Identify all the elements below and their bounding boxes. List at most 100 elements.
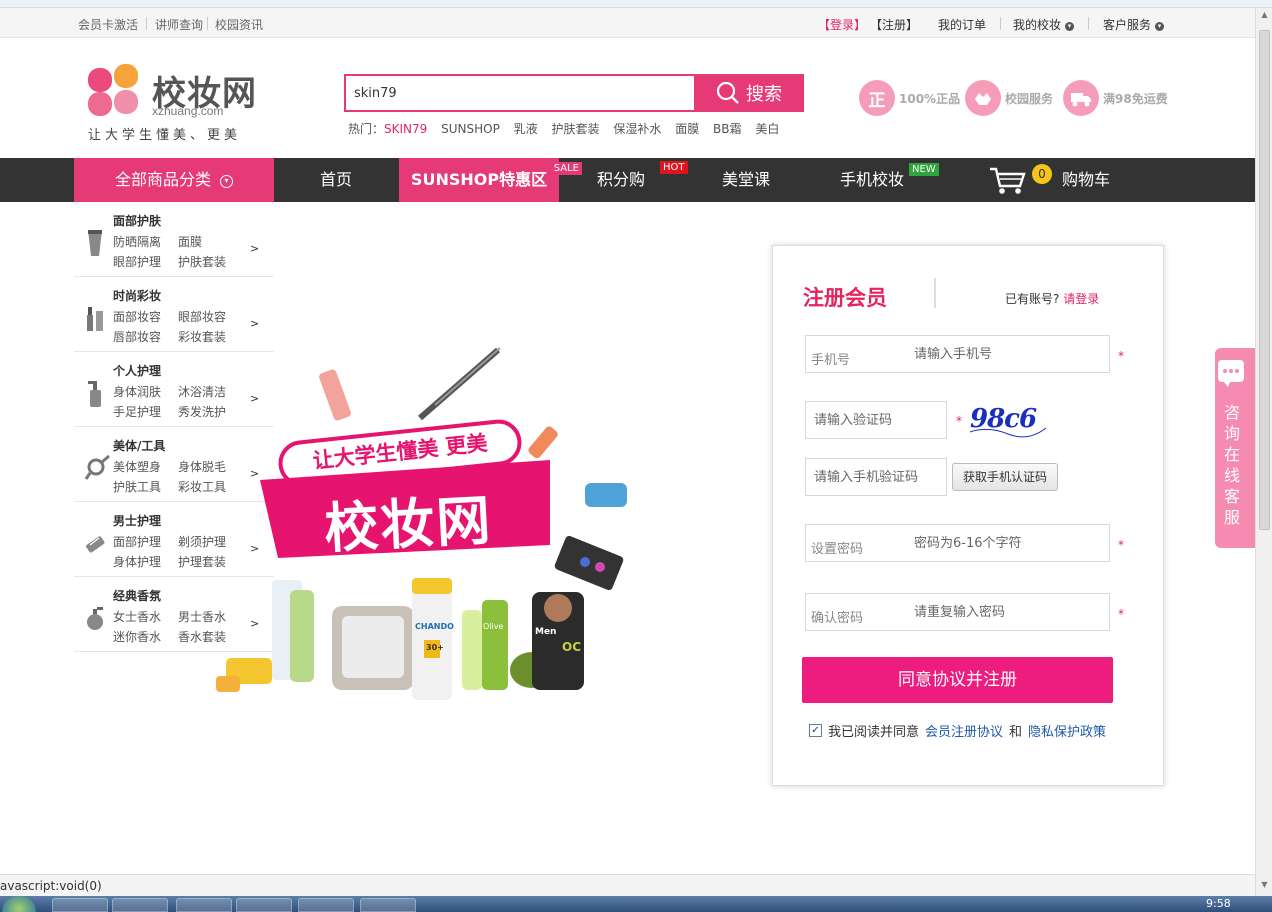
subcategory-link[interactable]: 防晒隔离 <box>113 233 161 250</box>
guarantee-label: 校园服务 <box>1005 91 1054 106</box>
cart-count-badge: 0 <box>1032 164 1052 184</box>
my-school-dropdown[interactable]: 我的订单我的校妆▾ <box>1013 16 1075 33</box>
required-mark: * <box>1118 538 1124 552</box>
captcha-input[interactable] <box>814 402 944 438</box>
hot-keyword-link[interactable]: 美白 <box>755 122 779 136</box>
all-categories-button[interactable]: 全部商品分类 ▾ <box>74 158 274 202</box>
search-button[interactable]: 搜索 <box>694 74 804 112</box>
subcategory-link[interactable]: 女士香水 <box>113 608 161 625</box>
hot-keyword-link[interactable]: SKIN79 <box>384 122 427 136</box>
captcha-text: 98c6 <box>970 404 1037 434</box>
nav-cart[interactable]: 0 购物车 <box>988 158 1118 202</box>
has-account-label: 已有账号? <box>1005 292 1060 306</box>
vertical-scrollbar[interactable]: ▲ ▼ <box>1255 8 1272 896</box>
confirm-password-input[interactable] <box>914 594 1104 630</box>
service-char: 询 <box>1223 424 1240 443</box>
service-char: 服 <box>1223 508 1240 527</box>
service-char: 咨 <box>1223 403 1240 422</box>
status-text: avascript:void(0) <box>0 879 102 893</box>
hot-keyword-link[interactable]: SUNSHOP <box>441 122 500 136</box>
chevron-right-icon: > <box>250 317 260 330</box>
campus-news-link[interactable]: 校园资讯 <box>215 16 263 33</box>
member-agreement-link[interactable]: 会员注册协议 <box>925 721 1003 740</box>
product-label: OC <box>562 640 582 654</box>
nav-beauty-class[interactable]: 美堂课 <box>710 158 782 202</box>
subcategory-link[interactable]: 身体护理 <box>113 553 161 570</box>
subcategory-link[interactable]: 眼部护理 <box>113 253 161 270</box>
hot-keyword-link[interactable]: 保湿补水 <box>613 122 661 136</box>
subcategory-link[interactable]: 迷你香水 <box>113 628 161 645</box>
product-label: Men <box>535 627 557 637</box>
captcha-field[interactable] <box>805 401 947 439</box>
phone-input[interactable] <box>914 336 1104 372</box>
promo-banner[interactable]: 让大学生懂美 更美 校妆网 CHANDO 30+ Olive Men OC <box>180 340 650 710</box>
subcategory-link[interactable]: 美体塑身 <box>113 458 161 475</box>
subcategory-link[interactable]: 面部妆容 <box>113 308 161 325</box>
search-input[interactable] <box>346 76 694 110</box>
window-title-strip <box>0 0 1272 8</box>
my-orders-link[interactable]: 我的订单 <box>938 16 986 33</box>
and-text: 和 <box>1009 725 1023 740</box>
login-link[interactable]: 请登录 <box>1063 292 1099 306</box>
subcategory-link[interactable]: 护肤套装 <box>178 253 226 270</box>
sms-code-field[interactable] <box>805 458 947 496</box>
scrollbar-thumb[interactable] <box>1259 30 1270 530</box>
taskbar-app-firefox-icon[interactable] <box>236 898 292 912</box>
phone-field[interactable]: 手机号 <box>805 335 1110 373</box>
register-link[interactable]: 【注册】 <box>870 16 918 33</box>
taskbar-app-photoshop-icon[interactable] <box>360 898 416 912</box>
taskbar-app-chrome-icon[interactable] <box>52 898 108 912</box>
taskbar-app-editor-icon[interactable] <box>176 898 232 912</box>
service-label: 咨 询 在 线 客 服 <box>1215 402 1249 528</box>
teacher-query-link[interactable]: 讲师查询 <box>155 16 203 33</box>
category-item[interactable]: 面部护肤 防晒隔离 面膜 眼部护理 护肤套装 > <box>74 202 274 277</box>
hot-keyword-link[interactable]: 护肤套装 <box>552 122 600 136</box>
hot-keyword-link[interactable]: 乳液 <box>514 122 538 136</box>
subcategory-link[interactable]: 眼部妆容 <box>178 308 226 325</box>
hot-keyword-link[interactable]: 面膜 <box>675 122 699 136</box>
divider <box>1000 17 1001 30</box>
subcategory-link[interactable]: 手足护理 <box>113 403 161 420</box>
online-service-tab[interactable]: 咨 询 在 线 客 服 <box>1215 348 1255 548</box>
register-submit-button[interactable]: 同意协议并注册 <box>802 657 1113 703</box>
nav-home[interactable]: 首页 <box>300 158 372 202</box>
subcategory-link[interactable]: 身体润肤 <box>113 383 161 400</box>
browser-status-bar: avascript:void(0) <box>0 874 1255 896</box>
subcategory-link[interactable]: 唇部妆容 <box>113 328 161 345</box>
search-box <box>344 74 696 112</box>
new-tag: NEW <box>909 163 939 176</box>
taskbar-app-explorer-icon[interactable] <box>112 898 168 912</box>
scroll-up-arrow-icon[interactable]: ▲ <box>1259 10 1270 22</box>
start-button-icon[interactable] <box>2 896 36 912</box>
taskbar-app-paint-icon[interactable] <box>298 898 354 912</box>
get-sms-code-button[interactable]: 获取手机认证码 <box>952 463 1058 491</box>
guarantee-campus: 校园服务 <box>965 80 1053 116</box>
login-link[interactable]: 【登录】 <box>818 16 866 33</box>
subcategory-link[interactable]: 面膜 <box>178 233 202 250</box>
nav-mobile[interactable]: 手机校妆 <box>830 158 914 202</box>
product-label: CHANDO <box>415 622 454 631</box>
password-input[interactable] <box>914 525 1104 561</box>
confirm-password-field[interactable]: 确认密码 <box>805 593 1110 631</box>
razor-icon <box>86 536 105 553</box>
sale-tag: SALE <box>550 162 582 175</box>
service-char: 客 <box>1223 487 1240 506</box>
subcategory-link[interactable]: 面部护理 <box>113 533 161 550</box>
nav-sunshop[interactable]: SUNSHOP特惠区 SALE <box>399 158 582 202</box>
truck-icon <box>1063 80 1099 116</box>
member-card-activate-link[interactable]: 会员卡激活 <box>78 16 138 33</box>
agree-checkbox[interactable]: ✓ <box>809 724 822 737</box>
nav-points[interactable]: 积分购 <box>585 158 657 202</box>
all-categories-label: 全部商品分类 <box>114 170 211 189</box>
site-logo[interactable]: 校妆网 xzhuang.com 让大学生懂美、更美 <box>86 62 266 143</box>
required-mark: * <box>1118 607 1124 621</box>
captcha-image[interactable]: 98c6 <box>968 402 1048 442</box>
subcategory-link[interactable]: 护肤工具 <box>113 478 161 495</box>
sms-code-input[interactable] <box>814 459 944 495</box>
hot-keyword-link[interactable]: BB霜 <box>713 122 741 136</box>
privacy-policy-link[interactable]: 隐私保护政策 <box>1028 721 1106 740</box>
customer-service-dropdown[interactable]: 客户服务 ▾ <box>1103 16 1165 33</box>
password-field[interactable]: 设置密码 <box>805 524 1110 562</box>
genuine-badge-icon: 正 <box>859 80 895 116</box>
scroll-down-arrow-icon[interactable]: ▼ <box>1259 880 1270 892</box>
